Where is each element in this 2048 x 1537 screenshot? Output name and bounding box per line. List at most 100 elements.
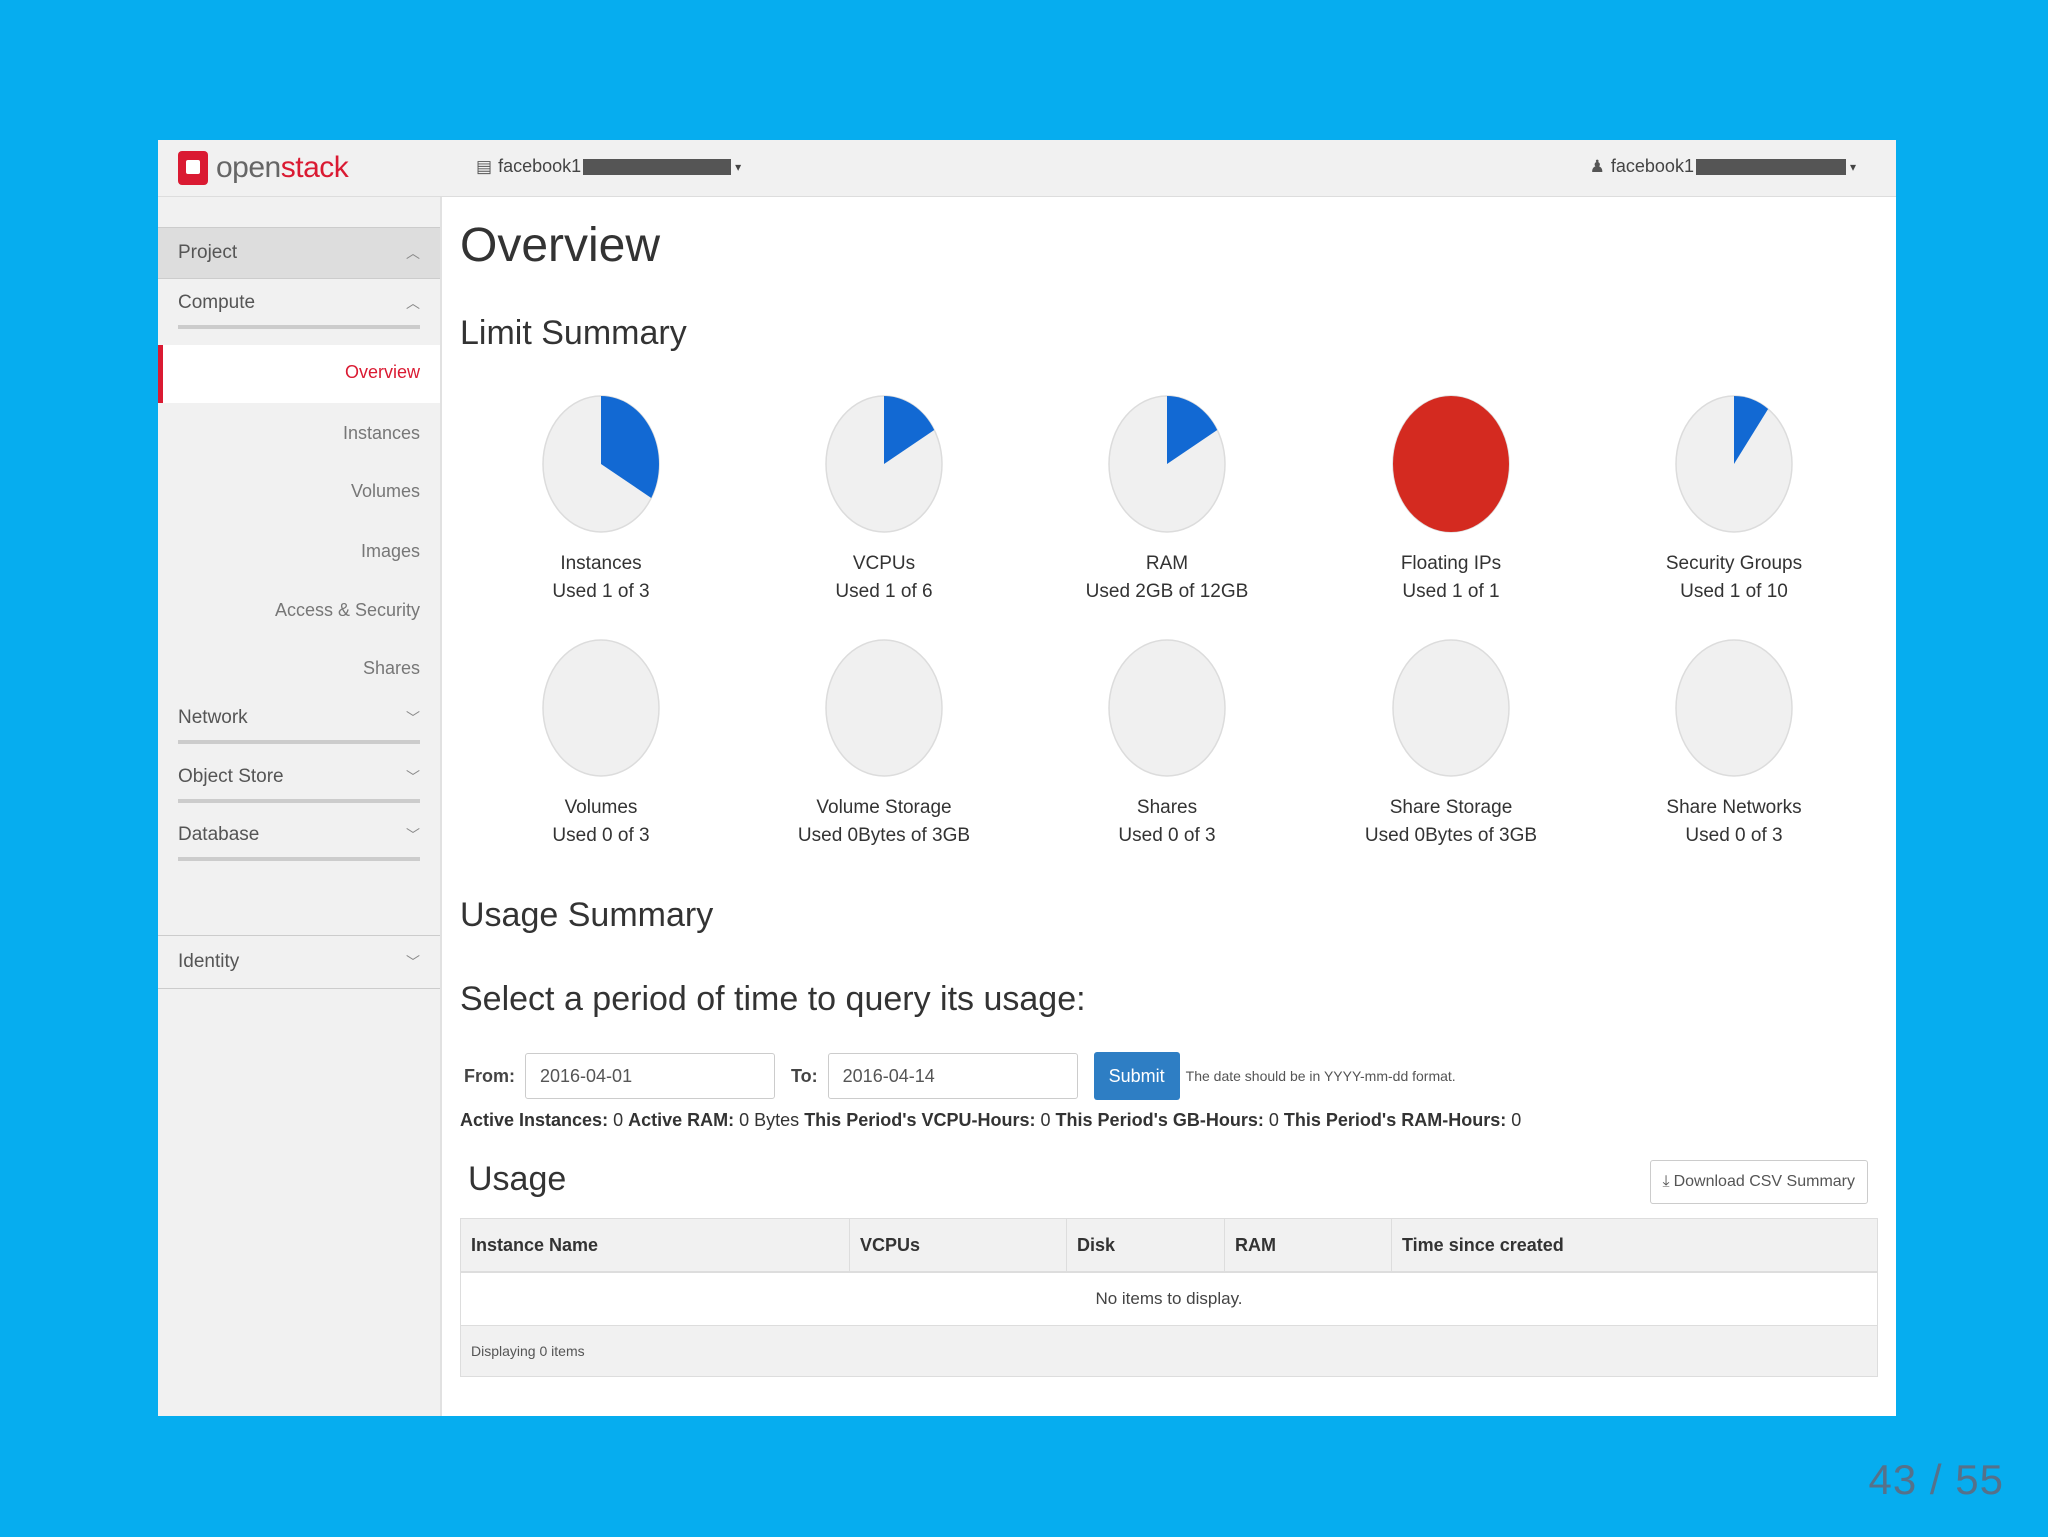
user-icon: ♟ — [1589, 156, 1605, 176]
column-header-instance-name[interactable]: Instance Name — [461, 1219, 850, 1271]
submit-button[interactable]: Submit — [1093, 1052, 1180, 1100]
openstack-window: openstack ▤ facebook1 ▾ ♟ facebook1 ▾ Pr… — [158, 140, 1896, 1416]
sidebar-database[interactable]: Database ﹀ — [178, 813, 420, 861]
sidebar-item-images[interactable]: Images — [361, 541, 420, 562]
sidebar-project-label: Project — [178, 242, 238, 263]
pie-label: Instances Used 1 of 3 — [501, 550, 701, 606]
sidebar-database-label: Database — [178, 824, 260, 845]
pie-label-usage: Used 1 of 10 — [1680, 581, 1788, 602]
from-label: From: — [464, 1065, 515, 1086]
limit-summary-heading: Limit Summary — [460, 314, 687, 352]
pie-label: Volume Storage Used 0Bytes of 3GB — [784, 794, 984, 850]
redacted-project-name — [583, 158, 732, 175]
openstack-logo-icon — [178, 151, 208, 185]
stat-value: 0 — [1268, 1110, 1279, 1130]
openstack-logo[interactable]: openstack — [178, 149, 349, 187]
download-csv-button[interactable]: ⤓ Download CSV Summary — [1649, 1160, 1868, 1204]
pie-background — [1108, 639, 1226, 777]
column-header-time-since-created[interactable]: Time since created — [1392, 1219, 1877, 1271]
sidebar-item-instances[interactable]: Instances — [343, 423, 420, 444]
stat-value: 0 — [1040, 1110, 1051, 1130]
pie-chart-svg — [542, 639, 660, 777]
user-menu-label: facebook1 — [1610, 156, 1694, 176]
pie-chart-svg — [542, 395, 660, 533]
pie-label-name: Instances — [560, 553, 642, 574]
limit-pie-volume-storage: Volume Storage Used 0Bytes of 3GB — [784, 636, 984, 850]
column-header-disk[interactable]: Disk — [1067, 1219, 1225, 1271]
pie-chart-svg — [825, 395, 943, 533]
limit-pie-share-networks: Share Networks Used 0 of 3 — [1634, 636, 1834, 850]
pie-label: Volumes Used 0 of 3 — [501, 794, 701, 850]
caret-down-icon: ▾ — [735, 159, 742, 174]
table-header: Instance Name VCPUs Disk RAM Time since … — [461, 1219, 1877, 1273]
limit-pie-volumes: Volumes Used 0 of 3 — [501, 636, 701, 850]
limit-pie-share-storage: Share Storage Used 0Bytes of 3GB — [1351, 636, 1551, 850]
chevron-down-icon: ﹀ — [406, 710, 420, 726]
pie-label: Security Groups Used 1 of 10 — [1634, 550, 1834, 606]
stat-label: This Period's VCPU-Hours: — [804, 1110, 1036, 1130]
column-header-ram[interactable]: RAM — [1225, 1219, 1392, 1271]
usage-summary-heading: Usage Summary — [460, 896, 714, 934]
slide-counter: 43 / 55 — [1868, 1456, 2004, 1503]
to-label: To: — [791, 1065, 818, 1086]
sidebar-compute-label: Compute — [178, 292, 256, 313]
caret-down-icon: ▾ — [1849, 159, 1856, 174]
from-date-input[interactable] — [525, 1053, 775, 1099]
pie-chart-svg — [1675, 395, 1793, 533]
pie-label-usage: Used 0 of 3 — [552, 825, 650, 846]
sidebar-item-access-security[interactable]: Access & Security — [275, 600, 420, 621]
date-format-hint: The date should be in YYYY-mm-dd format. — [1185, 1068, 1456, 1084]
pie-label-usage: Used 1 of 3 — [552, 581, 650, 602]
pie-chart-svg — [825, 639, 943, 777]
sidebar-item-shares[interactable]: Shares — [363, 658, 420, 679]
chevron-up-icon: ︿ — [406, 295, 420, 311]
sidebar-identity[interactable]: Identity ﹀ — [158, 935, 440, 989]
pie-label-usage: Used 0 of 3 — [1685, 825, 1783, 846]
pie-label: RAM Used 2GB of 12GB — [1067, 550, 1267, 606]
user-menu[interactable]: ♟ facebook1 ▾ — [1590, 156, 1856, 177]
chevron-down-icon: ﹀ — [406, 827, 420, 843]
pie-label-name: Security Groups — [1665, 553, 1803, 574]
table-footer: Displaying 0 items — [461, 1326, 1877, 1376]
empty-table-message: No items to display. — [461, 1273, 1877, 1326]
project-selector-label: facebook1 — [498, 156, 582, 176]
main-content: Overview Limit Summary Instances Used 1 o… — [460, 196, 1896, 1416]
pie-label-name: Floating IPs — [1400, 553, 1502, 574]
download-csv-label: Download CSV Summary — [1673, 1173, 1855, 1190]
pie-label-name: Volumes — [564, 797, 638, 818]
stat-label: Active RAM: — [628, 1110, 735, 1130]
pie-label-usage: Used 2GB of 12GB — [1085, 581, 1249, 602]
pie-background — [825, 639, 943, 777]
top-navbar: openstack ▤ facebook1 ▾ ♟ facebook1 ▾ — [158, 140, 1896, 197]
project-selector[interactable]: ▤ facebook1 ▾ — [476, 156, 741, 177]
page-title: Overview — [460, 219, 661, 272]
pie-label-usage: Used 1 of 1 — [1402, 581, 1500, 602]
sidebar-item-overview[interactable]: Overview — [158, 345, 440, 403]
stat-value: 0 — [1511, 1110, 1522, 1130]
sidebar-network[interactable]: Network ﹀ — [178, 696, 420, 744]
sidebar-project[interactable]: Project ︿ — [158, 227, 440, 279]
pie-label-name: Share Storage — [1389, 797, 1513, 818]
pie-slice-used — [1393, 396, 1509, 532]
pie-label-name: Shares — [1136, 797, 1198, 818]
chevron-down-icon: ﹀ — [406, 769, 420, 785]
redacted-user-name — [1695, 158, 1846, 175]
project-icon: ▤ — [476, 156, 493, 176]
to-date-input[interactable] — [827, 1053, 1078, 1099]
download-icon: ⤓ — [1662, 1173, 1670, 1190]
pie-label-usage: Used 0Bytes of 3GB — [797, 825, 971, 846]
sidebar-item-volumes[interactable]: Volumes — [351, 481, 420, 502]
usage-stats: Active Instances: 0 Active RAM: 0 Bytes … — [460, 1110, 1521, 1131]
stat-value: 0 Bytes — [739, 1110, 800, 1130]
pie-label: VCPUs Used 1 of 6 — [784, 550, 984, 606]
limit-pie-instances: Instances Used 1 of 3 — [501, 392, 701, 606]
limit-pie-vcpus: VCPUs Used 1 of 6 — [784, 392, 984, 606]
sidebar-object-store[interactable]: Object Store ﹀ — [178, 755, 420, 803]
sidebar-compute[interactable]: Compute ︿ — [178, 281, 420, 329]
chevron-down-icon: ﹀ — [406, 954, 420, 970]
limit-pie-floating-ips: Floating IPs Used 1 of 1 — [1351, 392, 1551, 606]
column-header-vcpus[interactable]: VCPUs — [850, 1219, 1067, 1271]
pie-label: Floating IPs Used 1 of 1 — [1351, 550, 1551, 606]
pie-label-name: VCPUs — [852, 553, 916, 574]
pie-label: Share Storage Used 0Bytes of 3GB — [1351, 794, 1551, 850]
